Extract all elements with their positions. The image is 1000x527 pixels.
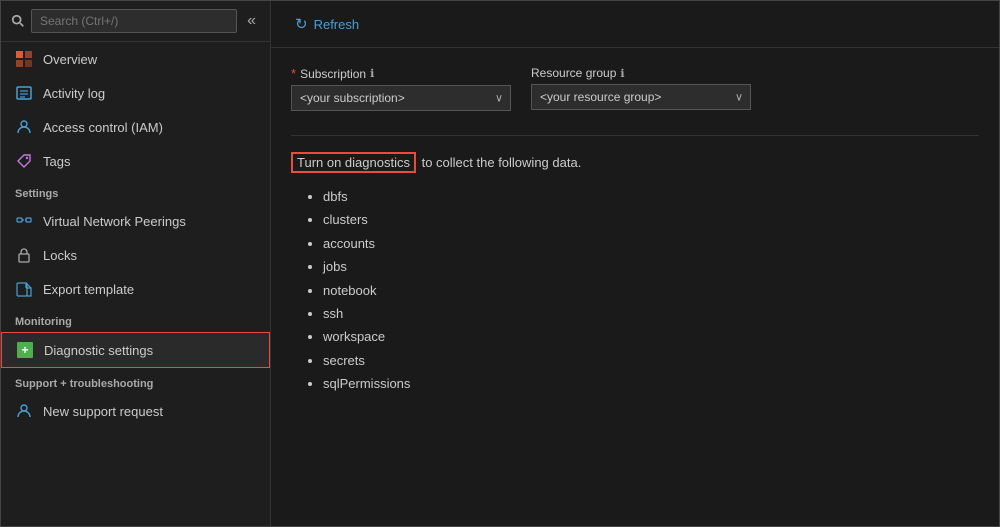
list-item: ssh [323, 302, 979, 325]
sidebar-item-locks[interactable]: Locks [1, 238, 270, 272]
sidebar-item-access-control[interactable]: Access control (IAM) [1, 110, 270, 144]
sidebar-item-diagnostic-settings-label: Diagnostic settings [44, 343, 153, 358]
subscription-label-text: Subscription [300, 67, 366, 81]
sidebar-item-overview[interactable]: Overview [1, 42, 270, 76]
refresh-button[interactable]: ↻ Refresh [287, 11, 367, 37]
sidebar-item-new-support-label: New support request [43, 404, 163, 419]
sidebar-item-overview-label: Overview [43, 52, 97, 67]
divider [291, 135, 979, 136]
list-item: accounts [323, 232, 979, 255]
subscription-field-group: * Subscription ℹ <your subscription> [291, 66, 511, 111]
list-item: clusters [323, 208, 979, 231]
vnet-icon [15, 212, 33, 230]
sidebar-item-vnet-label: Virtual Network Peerings [43, 214, 186, 229]
subscription-label: * Subscription ℹ [291, 66, 511, 81]
search-icon [11, 14, 25, 28]
access-control-icon [15, 118, 33, 136]
list-item: sqlPermissions [323, 372, 979, 395]
toolbar: ↻ Refresh [271, 1, 999, 48]
subscription-dropdown-wrapper: <your subscription> [291, 85, 511, 111]
content-area: * Subscription ℹ <your subscription> Res… [271, 48, 999, 526]
export-template-icon [15, 280, 33, 298]
diagnostics-list: dbfs clusters accounts jobs notebook ssh… [291, 185, 979, 396]
sidebar-item-locks-label: Locks [43, 248, 77, 263]
sidebar-item-diagnostic-settings[interactable]: + Diagnostic settings [1, 332, 270, 368]
sidebar: « Overview [1, 1, 271, 526]
support-section-label: Support + troubleshooting [1, 368, 270, 394]
resource-group-dropdown-wrapper: <your resource group> [531, 84, 751, 110]
resource-group-label-text: Resource group [531, 66, 616, 80]
collapse-sidebar-button[interactable]: « [243, 10, 260, 32]
list-item: jobs [323, 255, 979, 278]
diagnostics-intro: Turn on diagnostics to collect the follo… [291, 152, 979, 173]
sidebar-item-tags-label: Tags [43, 154, 70, 169]
list-item: secrets [323, 349, 979, 372]
main-content: ↻ Refresh * Subscription ℹ <your subscri… [271, 1, 999, 526]
settings-section-label: Settings [1, 178, 270, 204]
diagnostics-section: Turn on diagnostics to collect the follo… [291, 152, 979, 396]
list-item: workspace [323, 325, 979, 348]
list-item: notebook [323, 279, 979, 302]
resource-group-select[interactable]: <your resource group> [531, 84, 751, 110]
support-icon [15, 402, 33, 420]
refresh-label: Refresh [314, 17, 360, 32]
sidebar-item-export-template[interactable]: Export template [1, 272, 270, 306]
resource-group-field-group: Resource group ℹ <your resource group> [531, 66, 751, 111]
resource-group-info-icon: ℹ [620, 67, 624, 80]
subscription-required: * [291, 66, 296, 81]
monitoring-section-label: Monitoring [1, 306, 270, 332]
diagnostics-intro-text: to collect the following data. [418, 155, 581, 170]
locks-icon [15, 246, 33, 264]
refresh-icon: ↻ [295, 15, 308, 33]
overview-icon [15, 50, 33, 68]
sidebar-item-tags[interactable]: Tags [1, 144, 270, 178]
diagnostic-settings-icon: + [16, 341, 34, 359]
sidebar-item-vnet[interactable]: Virtual Network Peerings [1, 204, 270, 238]
sidebar-item-activity-log[interactable]: Activity log [1, 76, 270, 110]
sidebar-item-export-template-label: Export template [43, 282, 134, 297]
list-item: dbfs [323, 185, 979, 208]
tags-icon [15, 152, 33, 170]
resource-group-label: Resource group ℹ [531, 66, 751, 80]
app-container: « Overview [0, 0, 1000, 527]
sidebar-search-bar: « [1, 1, 270, 42]
search-input[interactable] [31, 9, 237, 33]
subscription-select[interactable]: <your subscription> [291, 85, 511, 111]
subscription-row: * Subscription ℹ <your subscription> Res… [291, 66, 979, 111]
sidebar-item-activity-log-label: Activity log [43, 86, 105, 101]
turn-on-diagnostics-button[interactable]: Turn on diagnostics [291, 152, 416, 173]
activity-log-icon [15, 84, 33, 102]
subscription-info-icon: ℹ [370, 67, 374, 80]
sidebar-item-new-support[interactable]: New support request [1, 394, 270, 428]
sidebar-item-access-control-label: Access control (IAM) [43, 120, 163, 135]
